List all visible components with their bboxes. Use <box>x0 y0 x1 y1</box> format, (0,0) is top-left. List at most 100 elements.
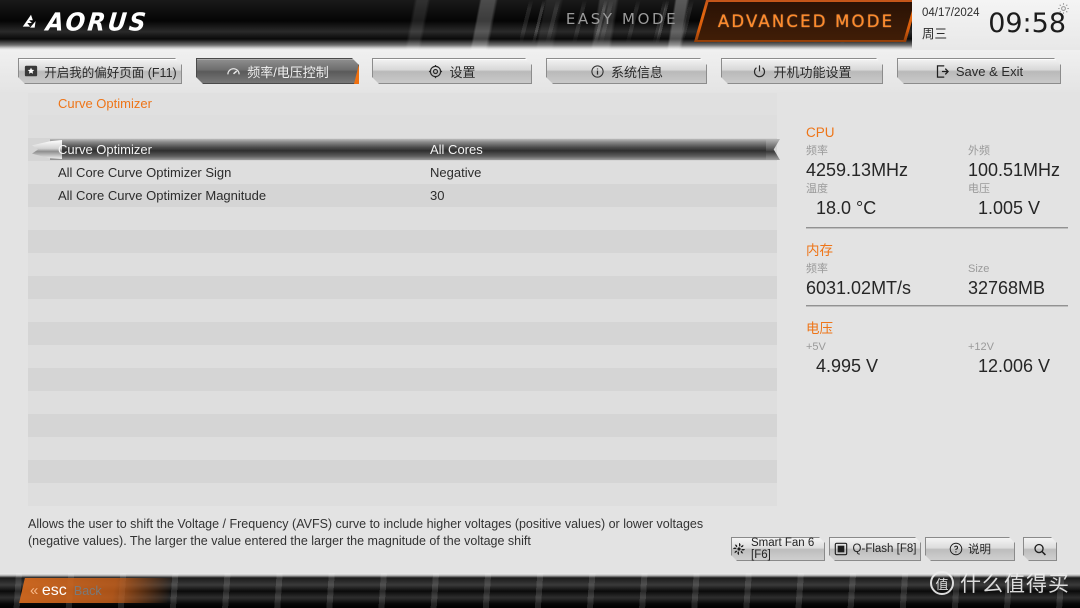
voltage-5v-readout: +5V 4.995 V <box>806 340 936 378</box>
gear-icon <box>428 64 443 79</box>
app-header: AORUS EASY MODE ADVANCED MODE 04/17/2024… <box>0 0 1080 50</box>
smart-fan-button[interactable]: Smart Fan 6 [F6] <box>731 537 825 561</box>
tab-system-info[interactable]: 系统信息 <box>546 58 707 84</box>
cpu-bclk-readout: 外频 100.51MHz <box>968 144 1080 182</box>
voltage-12v-key: +12V <box>968 341 994 353</box>
gauge-icon <box>226 64 241 79</box>
row-stripe <box>28 460 777 483</box>
row-stripe <box>28 391 777 414</box>
option-value[interactable]: 30 <box>430 184 444 207</box>
advanced-mode-inner: ADVANCED MODE <box>697 2 915 40</box>
row-stripe <box>28 437 777 460</box>
row-stripe <box>28 368 777 391</box>
double-chevron-left-icon: « <box>30 582 39 599</box>
cpu-bclk-key: 外频 <box>968 145 990 157</box>
aorus-logo: AORUS <box>20 8 150 38</box>
sidebar-divider <box>806 227 1068 229</box>
tab-frequency-voltage[interactable]: 频率/电压控制 <box>196 58 359 84</box>
option-label: All Core Curve Optimizer Magnitude <box>58 188 267 203</box>
option-row-curve-optimizer-magnitude[interactable]: All Core Curve Optimizer Magnitude 30 <box>28 184 777 207</box>
sidebar-heading-voltage: 电压 <box>806 321 833 336</box>
voltage-12v-readout: +12V 12.006 V <box>968 340 1080 378</box>
cpu-temperature-readout: 温度 18.0 °C <box>806 182 936 220</box>
cpu-frequency-key: 频率 <box>806 145 828 157</box>
row-stripe <box>28 276 777 299</box>
memory-frequency-key: 频率 <box>806 263 828 275</box>
exit-icon <box>935 64 950 79</box>
row-stripe <box>28 207 777 230</box>
option-row-curve-optimizer-sign[interactable]: All Core Curve Optimizer Sign Negative <box>28 161 777 184</box>
q-flash-label: Q-Flash [F8] <box>852 543 917 555</box>
tab-boot-function[interactable]: 开机功能设置 <box>721 58 883 84</box>
row-stripe <box>28 322 777 345</box>
cpu-voltage-value: 1.005 V <box>978 198 1041 218</box>
clock-panel: 04/17/2024 周三 09:58 <box>912 0 1080 50</box>
row-stripe <box>28 414 777 437</box>
memory-frequency-readout: 频率 6031.02MT/s <box>806 262 936 300</box>
option-value[interactable]: All Cores <box>430 138 483 161</box>
watermark: 值 什么值得买 <box>930 568 1070 598</box>
tab-settings[interactable]: 设置 <box>372 58 532 84</box>
star-box-icon <box>23 64 38 79</box>
search-icon <box>1033 542 1047 556</box>
option-label: All Core Curve Optimizer Sign <box>58 165 232 180</box>
question-circle-icon <box>949 542 963 556</box>
esc-key-label: esc <box>42 581 68 599</box>
cpu-readouts: 频率 4259.13MHz 外频 100.51MHz 温度 18.0 °C 电压… <box>806 144 1068 218</box>
footer-bar: « esc Back <box>0 573 1080 608</box>
tab-save-and-exit[interactable]: Save & Exit <box>897 58 1061 84</box>
esc-back-button[interactable]: « esc Back <box>19 578 173 603</box>
aorus-falcon-icon <box>20 12 42 34</box>
tab-label-settings: 设置 <box>449 64 476 80</box>
sidebar-group-voltage: 电压 +5V 4.995 V +12V 12.006 V <box>806 319 1068 376</box>
cpu-frequency-readout: 频率 4259.13MHz <box>806 144 936 182</box>
voltage-5v-key: +5V <box>806 341 826 353</box>
tab-label-system-info: 系统信息 <box>610 64 663 80</box>
cpu-voltage-readout: 电压 1.005 V <box>968 182 1080 220</box>
memory-size-readout: Size 32768MB <box>968 262 1080 300</box>
info-icon <box>590 64 605 79</box>
voltage-12v-value: 12.006 V <box>978 356 1051 376</box>
sidebar-divider <box>806 305 1068 307</box>
power-icon <box>752 64 767 79</box>
help-description: Allows the user to shift the Voltage / F… <box>28 517 704 548</box>
cpu-temperature-key: 温度 <box>806 183 828 195</box>
clock-weekday: 周三 <box>922 27 948 41</box>
esc-back-label: Back <box>74 583 103 598</box>
row-stripe <box>28 483 777 506</box>
memory-size-value: 32768MB <box>968 278 1046 298</box>
clock-time: 09:58 <box>988 8 1066 39</box>
memory-frequency-value: 6031.02MT/s <box>806 278 912 298</box>
easy-mode-tab[interactable]: EASY MODE <box>542 6 701 31</box>
easy-mode-label: EASY MODE <box>565 9 679 28</box>
voltage-readouts: +5V 4.995 V +12V 12.006 V <box>806 340 1068 376</box>
memory-readouts: 频率 6031.02MT/s Size 32768MB <box>806 262 1068 298</box>
fan-icon <box>732 542 746 556</box>
help-button[interactable]: 说明 <box>925 537 1015 561</box>
gear-icon[interactable] <box>1057 2 1070 15</box>
option-label: Curve Optimizer <box>58 142 152 157</box>
sidebar-item-favorites[interactable]: 开启我的偏好页面 (F11) <box>18 58 182 84</box>
sidebar-heading-memory: 内存 <box>806 243 833 258</box>
tab-label-favorites: 开启我的偏好页面 (F11) <box>44 65 177 80</box>
selection-highlight-bar <box>50 139 768 160</box>
q-flash-button[interactable]: Q-Flash [F8] <box>829 537 921 561</box>
option-row-curve-optimizer[interactable]: Curve Optimizer All Cores <box>28 138 777 161</box>
memory-size-key: Size <box>968 263 990 275</box>
option-value[interactable]: Negative <box>430 161 481 184</box>
aorus-wordmark: AORUS <box>44 8 150 38</box>
voltage-5v-value: 4.995 V <box>816 356 879 376</box>
cpu-bclk-value: 100.51MHz <box>968 160 1061 180</box>
chip-icon <box>834 542 848 556</box>
cpu-temperature-value: 18.0 °C <box>816 198 877 218</box>
row-stripe <box>28 345 777 368</box>
navigation-tab-bar: 开启我的偏好页面 (F11) 频率/电压控制 设置 系统信息 开机功能设置 Sa… <box>0 50 1080 92</box>
advanced-mode-label: ADVANCED MODE <box>717 11 895 31</box>
search-button[interactable] <box>1023 537 1057 561</box>
advanced-mode-tab[interactable]: ADVANCED MODE <box>693 0 919 42</box>
watermark-text: 什么值得买 <box>960 573 1070 596</box>
cpu-voltage-key: 电压 <box>968 183 990 195</box>
settings-panel: Curve Optimizer Curve Optimizer All Core… <box>28 93 777 506</box>
smart-fan-label: Smart Fan 6 [F6] <box>751 537 815 561</box>
row-stripe <box>28 253 777 276</box>
